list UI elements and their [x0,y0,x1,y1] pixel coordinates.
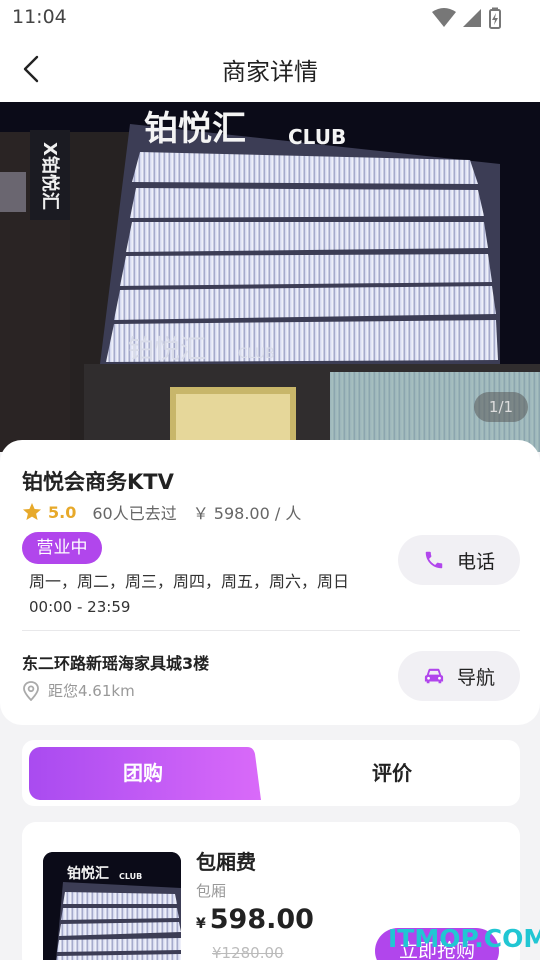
deal-thumb-club: CLUB [119,872,142,881]
open-days: 周一，周二，周三，周四，周五，周六，周日 [29,572,350,591]
hero-sign-lower-club: CLUB [238,346,275,362]
car-icon [424,668,444,684]
status-bar: 11:04 [0,0,540,36]
status-icons [432,7,502,29]
visited-count: 60人已去过 [92,504,177,523]
location-pin-icon [23,680,39,701]
deal-thumbnail: 铂悦汇 CLUB [43,852,181,960]
deal-currency: ¥ [196,916,206,932]
status-time: 11:04 [12,6,67,28]
image-counter: 1/1 [474,392,528,422]
phone-icon [425,551,443,569]
call-label: 电话 [456,550,495,573]
battery-icon [489,7,501,29]
open-status-badge: 营业中 [22,532,102,564]
deal-price-value: 598.00 [209,904,314,935]
wifi-icon [432,8,456,27]
distance-text: 距您4.61km [48,682,135,700]
rating-row: 5.0 60人已去过 ￥ 598.00 / 人 [22,500,301,524]
deal-thumbnail-illustration: 铂悦汇 CLUB [43,852,181,960]
star-icon [23,503,41,520]
shop-address: 东二环路新瑶海家具城3楼 [22,654,210,673]
call-button[interactable]: 电话 [398,535,520,585]
price-per-person: ￥ 598.00 / 人 [192,504,302,523]
nav-bar: 商家详情 [0,36,540,102]
deal-title: 包厢费 [196,850,256,874]
divider [22,630,520,631]
watermark: ITMOP.COM [388,924,540,953]
deal-subtitle: 包厢 [196,882,227,900]
hero-sign-side: X铂悦汇 [39,142,61,210]
storefront-image[interactable]: 铂悦汇 CLUB 铂悦汇 CLUB X铂悦汇 1/1 [0,102,540,452]
hero-sign-main: 铂悦汇 [144,109,246,149]
shop-name: 铂悦会商务KTV [22,470,174,494]
deal-original-price: ¥1280.00 [212,944,284,960]
deal-price: ¥598.00 [196,904,314,935]
hero-sign-lower: 铂悦汇 [128,335,206,365]
open-hours: 00:00 - 23:59 [29,598,131,616]
navigate-label: 导航 [456,666,495,689]
signal-icon [463,9,481,27]
page-title: 商家详情 [222,58,318,86]
storefront-illustration: 铂悦汇 CLUB 铂悦汇 CLUB X铂悦汇 [0,102,540,452]
tab-bar: 团购 评价 [22,740,520,806]
tab-reviews[interactable]: 评价 [272,747,512,800]
tab-group-buy[interactable]: 团购 [29,747,257,800]
shop-info-card: 铂悦会商务KTV 5.0 60人已去过 ￥ 598.00 / 人 营业中 周一，… [0,440,540,725]
rating-score: 5.0 [48,502,77,522]
distance-row: 距您4.61km [22,680,135,701]
deal-thumb-sign: 铂悦汇 [67,865,109,882]
hero-sign-club: CLUB [288,125,346,149]
navigate-button[interactable]: 导航 [398,651,520,701]
